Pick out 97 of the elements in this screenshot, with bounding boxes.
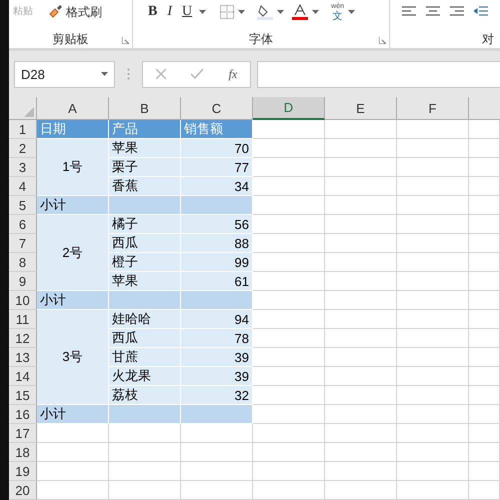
subtotal-cell bbox=[109, 196, 181, 215]
column-header[interactable]: E bbox=[325, 97, 397, 120]
column-header[interactable]: F bbox=[397, 97, 469, 120]
subtotal-cell bbox=[181, 291, 253, 310]
sales-cell: 70 bbox=[181, 139, 253, 158]
product-cell: 甘蔗 bbox=[109, 348, 181, 367]
fill-color-icon[interactable] bbox=[257, 4, 274, 20]
column-header[interactable] bbox=[469, 97, 500, 120]
subtotal-cell: 小计 bbox=[37, 291, 109, 310]
sales-cell: 34 bbox=[181, 177, 253, 196]
column-header[interactable]: C bbox=[181, 97, 253, 120]
row-number[interactable]: 16 bbox=[9, 405, 37, 424]
product-cell: 西瓜 bbox=[109, 234, 181, 253]
row-number[interactable]: 8 bbox=[9, 253, 37, 272]
row-number[interactable]: 14 bbox=[9, 367, 37, 386]
row-number[interactable]: 11 bbox=[9, 310, 37, 329]
caret-icon[interactable] bbox=[101, 72, 108, 76]
column-header[interactable]: D bbox=[253, 97, 325, 120]
indent-icon[interactable] bbox=[474, 6, 488, 18]
sales-cell: 99 bbox=[181, 253, 253, 272]
date-cell: 1号 bbox=[37, 139, 109, 196]
subtotal-cell: 小计 bbox=[37, 196, 109, 215]
check-icon[interactable] bbox=[191, 69, 204, 79]
caret-icon[interactable] bbox=[199, 10, 206, 14]
header-cell: 销售额 bbox=[181, 120, 253, 139]
caret-icon[interactable] bbox=[312, 10, 320, 14]
sales-cell: 78 bbox=[181, 329, 253, 348]
row-number[interactable]: 20 bbox=[9, 481, 37, 500]
format-painter-button[interactable]: 格式刷 bbox=[46, 2, 104, 22]
row-number[interactable]: 10 bbox=[9, 291, 37, 310]
row-number[interactable]: 3 bbox=[9, 158, 37, 177]
align-icon[interactable] bbox=[426, 6, 440, 18]
header-cell: 产品 bbox=[109, 120, 181, 139]
sales-cell: 39 bbox=[181, 348, 253, 367]
align-icon[interactable] bbox=[450, 6, 464, 18]
product-cell: 苹果 bbox=[109, 272, 181, 291]
row-number[interactable]: 6 bbox=[9, 215, 37, 234]
sales-cell: 32 bbox=[181, 386, 253, 405]
sales-cell: 88 bbox=[181, 234, 253, 253]
product-cell: 娃哈哈 bbox=[109, 310, 181, 329]
row-number[interactable]: 13 bbox=[9, 348, 37, 367]
sales-cell: 61 bbox=[181, 272, 253, 291]
sales-cell: 56 bbox=[181, 215, 253, 234]
align-icon[interactable] bbox=[402, 6, 416, 18]
grip-icon bbox=[127, 68, 130, 80]
product-cell: 荔枝 bbox=[109, 386, 181, 405]
row-number[interactable]: 17 bbox=[9, 424, 37, 443]
product-cell: 香蕉 bbox=[109, 177, 181, 196]
formula-input[interactable] bbox=[257, 60, 500, 88]
cancel-icon[interactable] bbox=[156, 69, 166, 79]
font-color-icon[interactable] bbox=[292, 4, 308, 20]
subtotal-cell bbox=[109, 291, 181, 310]
caret-icon[interactable] bbox=[277, 10, 284, 14]
product-cell: 西瓜 bbox=[109, 329, 181, 348]
row-number[interactable]: 19 bbox=[9, 462, 37, 481]
sales-cell: 39 bbox=[181, 367, 253, 386]
subtotal-cell bbox=[181, 196, 253, 215]
date-cell: 2号 bbox=[37, 215, 109, 291]
row-number[interactable]: 2 bbox=[9, 139, 37, 158]
product-cell: 橙子 bbox=[109, 253, 181, 272]
product-cell: 栗子 bbox=[109, 158, 181, 177]
caret-icon[interactable] bbox=[348, 10, 355, 14]
group-label: 对 bbox=[482, 32, 494, 46]
row-number[interactable]: 7 bbox=[9, 234, 37, 253]
sales-cell: 77 bbox=[181, 158, 253, 177]
product-cell: 火龙果 bbox=[109, 367, 181, 386]
subtotal-cell: 小计 bbox=[37, 405, 109, 424]
row-number[interactable]: 9 bbox=[9, 272, 37, 291]
name-box[interactable]: D28 bbox=[14, 60, 115, 88]
product-cell: 橘子 bbox=[109, 215, 181, 234]
brush-icon bbox=[48, 5, 64, 19]
row-number[interactable]: 4 bbox=[9, 177, 37, 196]
column-header[interactable]: B bbox=[109, 97, 181, 120]
cell-reference: D28 bbox=[21, 66, 45, 82]
insert-function-button[interactable]: fx bbox=[228, 66, 238, 82]
group-label: 剪贴板 bbox=[52, 32, 88, 46]
sales-cell: 94 bbox=[181, 310, 253, 329]
header-cell: 日期 bbox=[37, 120, 109, 139]
border-icon[interactable] bbox=[220, 5, 234, 19]
launcher-icon[interactable] bbox=[122, 37, 129, 44]
row-number[interactable]: 12 bbox=[9, 329, 37, 348]
launcher-icon[interactable] bbox=[379, 37, 386, 44]
product-cell: 苹果 bbox=[109, 139, 181, 158]
subtotal-cell bbox=[181, 405, 253, 424]
row-number[interactable]: 18 bbox=[9, 443, 37, 462]
font-style-button[interactable]: B bbox=[145, 2, 160, 22]
group-label: 字体 bbox=[249, 32, 273, 46]
column-header[interactable]: A bbox=[37, 97, 109, 120]
row-number[interactable]: 5 bbox=[9, 196, 37, 215]
row-number[interactable]: 15 bbox=[9, 386, 37, 405]
caret-icon[interactable] bbox=[238, 10, 246, 14]
select-all-icon[interactable] bbox=[24, 107, 34, 117]
date-cell: 3号 bbox=[37, 310, 109, 405]
subtotal-cell bbox=[109, 405, 181, 424]
font-style-button[interactable]: I bbox=[164, 2, 176, 22]
row-number[interactable]: 1 bbox=[9, 120, 37, 139]
font-style-button[interactable]: U bbox=[179, 2, 196, 22]
